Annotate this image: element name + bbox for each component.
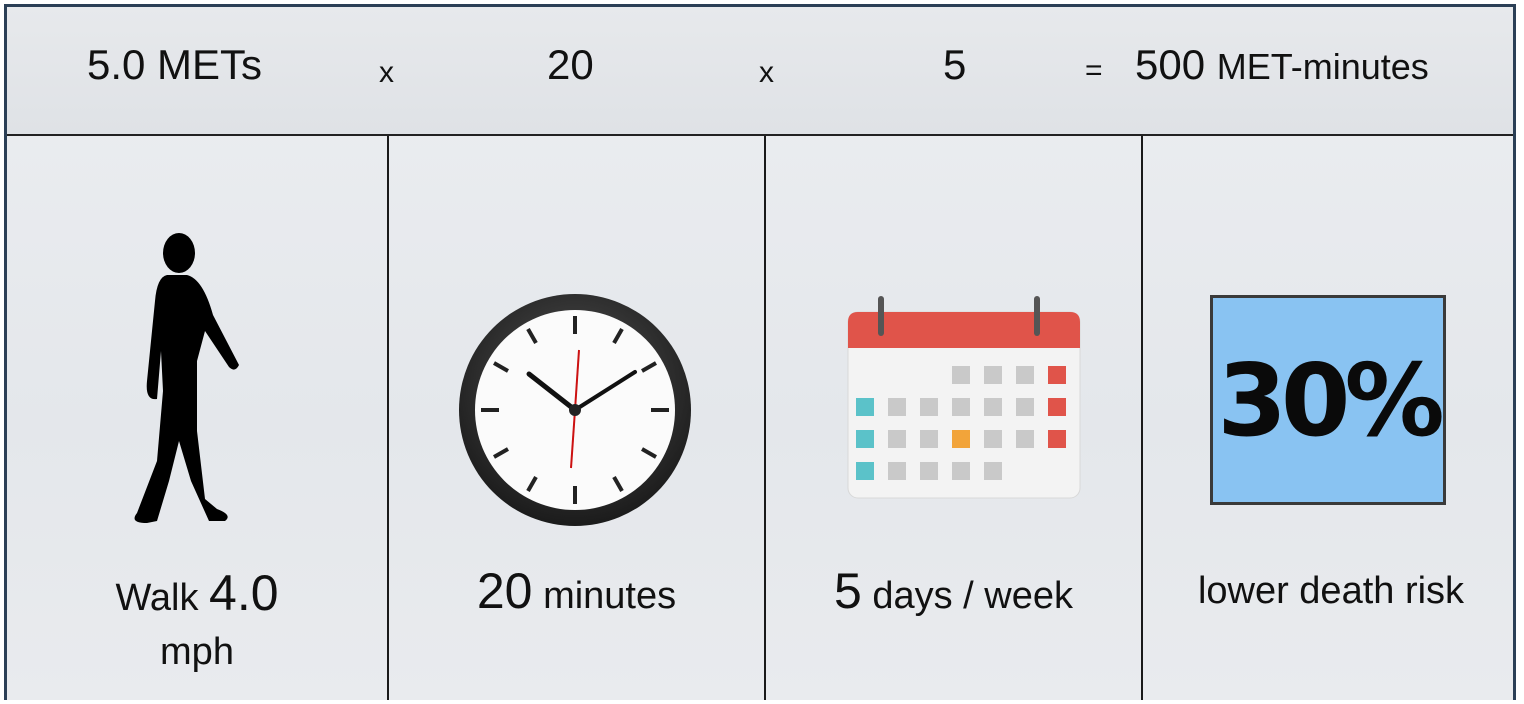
formula-minutes: 20	[547, 41, 594, 88]
infographic-frame: 5.0 METs x 20 x 5 = 500 MET-minutes Walk…	[4, 4, 1516, 700]
frequency-number: 5	[833, 563, 862, 619]
formula-times-2: x	[759, 56, 774, 89]
clock-icon	[459, 294, 691, 526]
walk-unit: mph	[160, 631, 234, 673]
frequency-unit: days / week	[872, 575, 1074, 617]
formula-result-unit: MET-minutes	[1216, 46, 1429, 87]
panel-walk: Walk 4.0 mph	[7, 136, 387, 700]
walk-caption: Walk 4.0 mph	[7, 566, 387, 679]
formula-bar: 5.0 METs x 20 x 5 = 500 MET-minutes	[7, 7, 1513, 136]
formula-result: 500 MET-minutes	[1135, 35, 1429, 97]
duration-number: 20	[476, 563, 533, 619]
formula-equals: =	[1085, 54, 1103, 87]
death-risk-percent-box: 30%	[1210, 295, 1446, 505]
formula-times-1: x	[379, 56, 394, 89]
calendar-icon	[847, 296, 1081, 499]
result-caption: lower death risk	[1197, 570, 1465, 612]
panel-duration: 20 minutes	[389, 136, 764, 700]
duration-caption: 20 minutes	[389, 566, 764, 621]
panel-frequency: 5 days / week	[766, 136, 1141, 700]
formula-days: 5	[943, 41, 967, 88]
walk-label: Walk	[115, 577, 199, 619]
duration-unit: minutes	[543, 575, 677, 617]
walk-speed: 4.0	[209, 565, 279, 621]
frequency-caption: 5 days / week	[766, 566, 1141, 621]
formula-mets: 5.0 METs	[87, 41, 263, 88]
formula-result-number: 500	[1135, 41, 1206, 88]
walking-person-icon	[134, 233, 239, 523]
